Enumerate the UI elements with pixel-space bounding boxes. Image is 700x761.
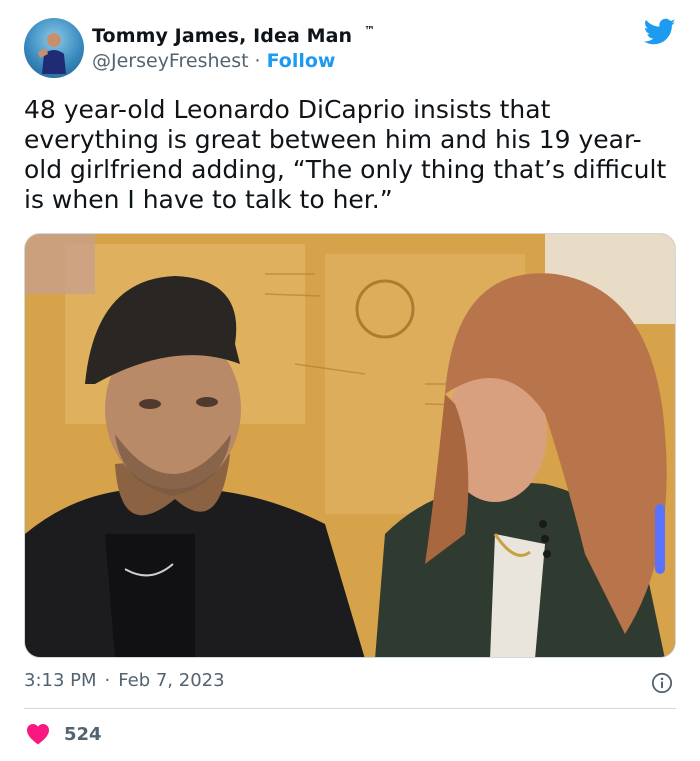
tweet-date: Feb 7, 2023 [118,670,225,691]
author-display-name[interactable]: Tommy James, Idea Man [92,25,352,47]
heart-icon[interactable] [26,723,50,745]
author-name-row[interactable]: Tommy James, Idea Man ™ [92,24,375,48]
tweet-timestamp[interactable]: 3:13 PM · Feb 7, 2023 [24,670,225,691]
tweet-text: 48 year-old Leonardo DiCaprio insists th… [24,95,667,214]
trademark-mark: ™ [364,23,376,37]
author-handle[interactable]: @JerseyFreshest [92,50,249,72]
divider [24,708,676,709]
avatar[interactable] [24,18,84,78]
separator-dot: · [254,50,261,72]
like-count: 524 [64,723,102,745]
author-handle-row: @JerseyFreshest · Follow [92,50,336,72]
avatar-person-icon [38,33,66,74]
follow-button[interactable]: Follow [267,50,336,72]
tweet-card: Tommy James, Idea Man ™ @JerseyFreshest … [0,0,700,761]
photo-illustration [25,234,675,657]
like-button[interactable]: 524 [26,723,102,745]
twitter-bird-icon[interactable] [644,18,676,46]
separator-dot: · [104,670,111,691]
tweet-time: 3:13 PM [24,670,97,691]
info-icon[interactable] [651,672,673,694]
tweet-photo[interactable] [24,233,676,658]
